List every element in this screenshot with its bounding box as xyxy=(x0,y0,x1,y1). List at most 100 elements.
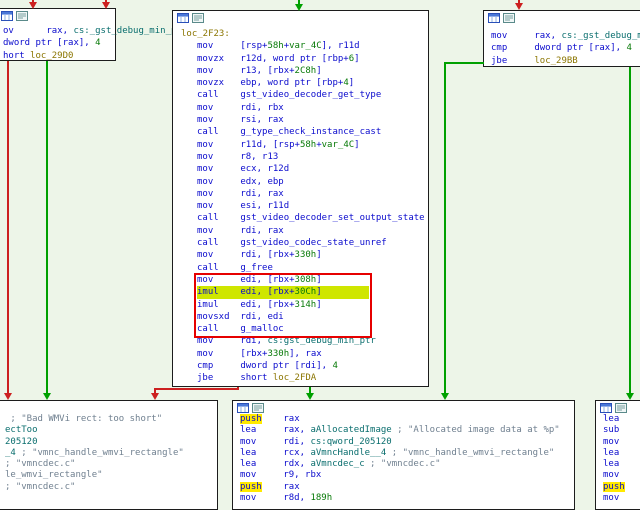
node-view-icon xyxy=(488,13,500,23)
edge-green-farright-long xyxy=(629,67,631,393)
asm-line[interactable]: mov [rsp+58h+var_4C], r11d xyxy=(173,40,428,52)
asm-line[interactable]: imul edi, [rbx+30Ch] xyxy=(173,286,428,299)
asm-line[interactable]: imul edi, [rbx+314h] xyxy=(173,299,428,311)
arrowhead-red-bottomleft-2 xyxy=(151,393,159,400)
asm-line[interactable]: push rax xyxy=(233,481,574,493)
asm-line[interactable]: mov rdi, cs:gst_debug_min_ptr xyxy=(173,335,428,347)
asm-line[interactable]: lea rcx, aVmncHandle__4 ; "vmnc_handle_w… xyxy=(233,448,574,459)
arrowhead-green-bottomright xyxy=(626,393,634,400)
asm-line[interactable]: movzx r12d, word ptr [rbp+6] xyxy=(173,53,428,65)
asm-line[interactable]: le_wmvi_rectangle" xyxy=(0,470,217,481)
asm-line[interactable]: movsxd rdi, edi xyxy=(173,311,428,323)
asm-line[interactable]: mov rsi, rax xyxy=(173,114,428,126)
asm-line[interactable]: loc_2F23: xyxy=(173,28,428,40)
arrowhead-red-top-left-1 xyxy=(29,2,37,9)
node-view-icon xyxy=(600,403,612,413)
asm-line[interactable]: call gst_video_decoder_get_type xyxy=(173,89,428,101)
node-view-icon xyxy=(1,11,13,21)
node-edit-icon xyxy=(503,13,515,23)
asm-line[interactable]: mov rdi, cs:qword_205120 xyxy=(233,437,574,448)
asm-code: mov rax, cs:_gst_debug_min_ptrcmp dword … xyxy=(484,25,640,67)
asm-line[interactable]: mov rax, cs:_gst_debug_min_ptr xyxy=(484,30,640,42)
asm-line[interactable]: mov r9, rbx xyxy=(233,470,574,481)
asm-line[interactable]: mov r11d, [rsp+58h+var_4C] xyxy=(173,139,428,151)
asm-line[interactable]: push rax xyxy=(233,414,574,425)
asm-line[interactable]: _4 ; "vmnc_handle_wmvi_rectangle" xyxy=(0,448,217,459)
node-edit-icon xyxy=(16,11,28,21)
asm-node-bottom-left[interactable]: ; "Bad WMVi rect: too short" ectToo 205120… xyxy=(0,400,218,510)
arrowhead-red-top-left-2 xyxy=(102,2,110,9)
asm-line[interactable]: dword ptr [rax], 4 xyxy=(0,37,115,49)
asm-line[interactable]: mov r xyxy=(596,493,640,504)
asm-line[interactable]: call g_free xyxy=(173,262,428,274)
asm-line[interactable]: mov r8d, 189h xyxy=(233,493,574,504)
asm-line[interactable]: call g_type_check_instance_cast xyxy=(173,126,428,138)
asm-line[interactable]: mov r xyxy=(596,437,640,448)
asm-line[interactable]: mov rdi, [rbx+330h] xyxy=(173,249,428,261)
edge-red-center-horizontal xyxy=(154,388,239,390)
edge-green-right-long xyxy=(444,62,446,393)
node-view-icon xyxy=(177,13,189,23)
arrowhead-green-bottomcenter-2 xyxy=(441,393,449,400)
asm-node-top-right[interactable]: mov rax, cs:_gst_debug_min_ptrcmp dword … xyxy=(483,10,640,67)
node-header xyxy=(173,11,428,25)
asm-code: loc_2F23: mov [rsp+58h+var_4C], r11d movzx… xyxy=(173,25,428,385)
node-view-icon xyxy=(237,403,249,413)
arrowhead-green-center xyxy=(295,4,303,11)
asm-node-bottom-right[interactable]: lea rsub rmov rlea rlea rmov rpush rmov … xyxy=(595,400,640,510)
asm-line[interactable]: mov edi, [rbx+308h] xyxy=(173,274,428,286)
asm-line[interactable]: mov r13, [rbx+2C8h] xyxy=(173,65,428,77)
asm-line[interactable]: lea r xyxy=(596,414,640,425)
asm-line[interactable]: lea rax, aAllocatedImage ; "Allocated im… xyxy=(233,425,574,436)
asm-line[interactable]: hort loc_29D0 xyxy=(0,50,115,62)
asm-code: push rax lea rax, aAllocatedImage ; "Allo… xyxy=(233,412,574,504)
asm-line[interactable]: lea r xyxy=(596,459,640,470)
asm-code: lea rsub rmov rlea rlea rmov rpush rmov … xyxy=(596,412,640,504)
edge-red-topleft-to-bottomleft xyxy=(7,61,9,393)
asm-line[interactable]: push r xyxy=(596,481,640,493)
arrowhead-red-top-right xyxy=(515,3,523,10)
asm-line[interactable]: movzx ebp, word ptr [rbp+4] xyxy=(173,77,428,89)
edge-green-topright-jog xyxy=(444,62,484,64)
asm-line[interactable]: lea rdx, aVmncdec_c ; "vmncdec.c" xyxy=(233,459,574,470)
asm-node-top-left[interactable]: ov rax, cs:_gst_debug_min_ptr dword ptr [… xyxy=(0,8,187,62)
asm-line[interactable]: call g_malloc xyxy=(173,323,428,335)
asm-code: ; "Bad WMVi rect: too short" ectToo 205120… xyxy=(0,412,217,493)
asm-line[interactable]: ov rax, cs:_gst_debug_min_ptr xyxy=(0,25,187,37)
asm-line[interactable]: mov rdi, rax xyxy=(173,188,428,200)
arrowhead-green-bottomcenter-1 xyxy=(306,393,314,400)
asm-node-bottom-center[interactable]: push rax lea rax, aAllocatedImage ; "Allo… xyxy=(232,400,575,510)
asm-line[interactable]: call gst_video_decoder_set_output_state xyxy=(173,212,428,224)
asm-line[interactable]: sub r xyxy=(596,425,640,436)
node-header xyxy=(484,11,640,25)
asm-code: ov rax, cs:_gst_debug_min_ptr dword ptr [… xyxy=(0,23,187,62)
node-header xyxy=(0,9,115,23)
arrowhead-red-bottomleft-1 xyxy=(4,393,12,400)
asm-line[interactable]: mov r xyxy=(596,470,640,481)
arrowhead-green-bottomleft xyxy=(43,393,51,400)
asm-line[interactable]: mov [rbx+330h], rax xyxy=(173,348,428,360)
asm-line[interactable]: jbe loc_29BB xyxy=(484,55,640,67)
asm-line[interactable]: mov esi, r11d xyxy=(173,200,428,212)
node-edit-icon xyxy=(192,13,204,23)
asm-line[interactable]: jbe short loc_2FDA xyxy=(173,372,428,384)
node-edit-icon xyxy=(252,403,264,413)
asm-line[interactable]: mov ecx, r12d xyxy=(173,163,428,175)
asm-line[interactable]: mov edx, ebp xyxy=(173,176,428,188)
node-edit-icon xyxy=(615,403,627,413)
asm-line[interactable]: ; "vmncdec.c" xyxy=(0,459,217,470)
asm-line[interactable]: ; "vmncdec.c" xyxy=(0,482,217,493)
asm-line[interactable]: call gst_video_codec_state_unref xyxy=(173,237,428,249)
asm-line[interactable]: mov rdi, rbx xyxy=(173,102,428,114)
edge-green-topleft-to-bottomleft xyxy=(46,61,48,393)
asm-line[interactable]: mov rdi, rax xyxy=(173,225,428,237)
asm-line[interactable]: cmp dword ptr [rax], 4 xyxy=(484,42,640,54)
asm-node-loc-2F23[interactable]: loc_2F23: mov [rsp+58h+var_4C], r11d movzx… xyxy=(172,10,429,387)
asm-line[interactable]: 205120 xyxy=(0,437,217,448)
asm-line[interactable]: ; "Bad WMVi rect: too short" xyxy=(0,414,217,425)
asm-line[interactable]: ectToo xyxy=(0,425,217,436)
asm-line[interactable]: cmp dword ptr [rdi], 4 xyxy=(173,360,428,372)
asm-line[interactable]: lea r xyxy=(596,448,640,459)
node-header xyxy=(596,401,640,413)
asm-line[interactable]: mov r8, r13 xyxy=(173,151,428,163)
